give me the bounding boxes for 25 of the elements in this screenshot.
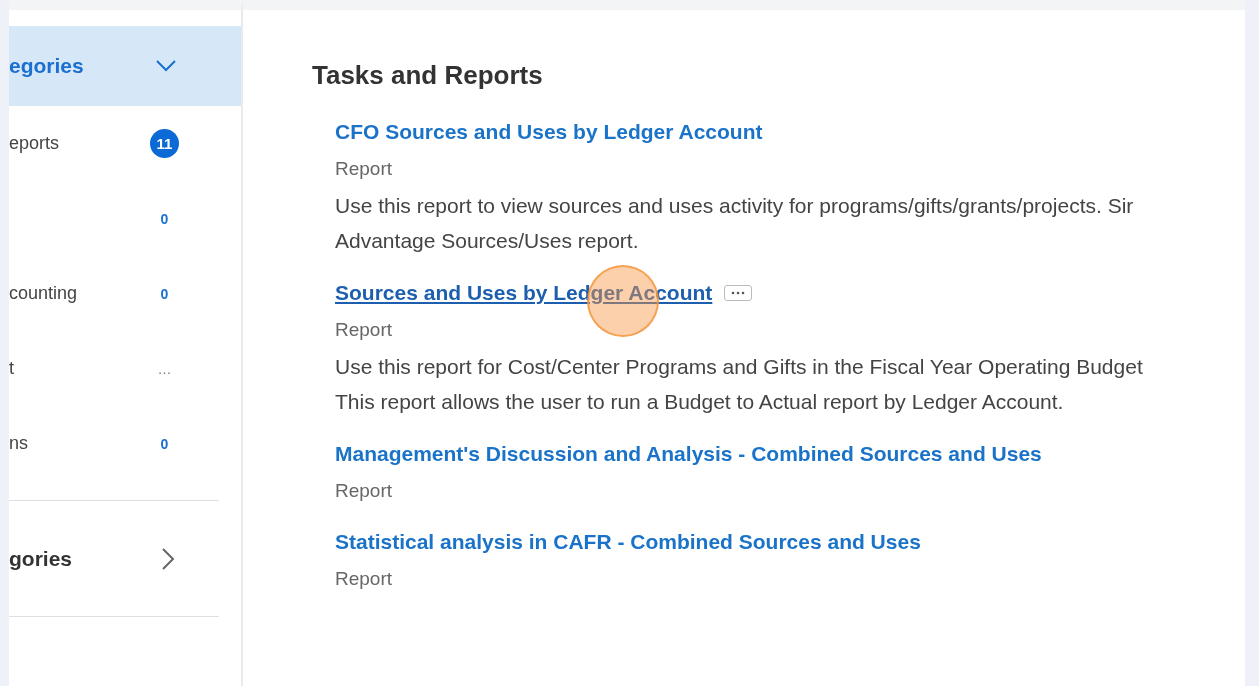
report-link[interactable]: Management's Discussion and Analysis - Combined Sources and Uses [335, 442, 1042, 466]
item-count: 0 [159, 210, 170, 227]
category-item[interactable]: 0 [9, 181, 241, 256]
category-section[interactable]: gories [9, 501, 241, 616]
result-type: Report [335, 157, 394, 181]
item-count: 0 [159, 435, 170, 452]
ellipsis-icon [730, 291, 747, 295]
count-badge: 11 [150, 129, 179, 158]
category-item[interactable]: eports 11 [9, 106, 241, 181]
section-title: Tasks and Reports [312, 60, 544, 91]
report-link[interactable]: CFO Sources and Uses by Ledger Account [335, 120, 763, 144]
category-item[interactable]: t … [9, 331, 241, 406]
result-type: Report [335, 479, 394, 503]
item-count: 0 [159, 285, 170, 302]
category-item[interactable]: counting 0 [9, 256, 241, 331]
more-button[interactable] [724, 285, 753, 301]
item-count: … [156, 360, 173, 377]
report-link[interactable]: Statistical analysis in CAFR - Combined Sources and Uses [335, 530, 921, 554]
result-type: Report [335, 318, 394, 342]
category-item[interactable]: ns 0 [9, 406, 241, 481]
result-description: Use this report to view sources and uses activity for programs/gifts/grants/projects. Sir Advantage Sources/Uses report. [335, 193, 1135, 254]
result-type: Report [335, 567, 394, 591]
category-header[interactable]: egories [9, 26, 241, 106]
chevron-icon [155, 59, 177, 73]
result-description: Use this report for Cost/Center Programs and Gifts in the Fiscal Year Operating Budget This report allows the user to run a Budget to Actual report by Ledger Account. [335, 354, 1144, 415]
